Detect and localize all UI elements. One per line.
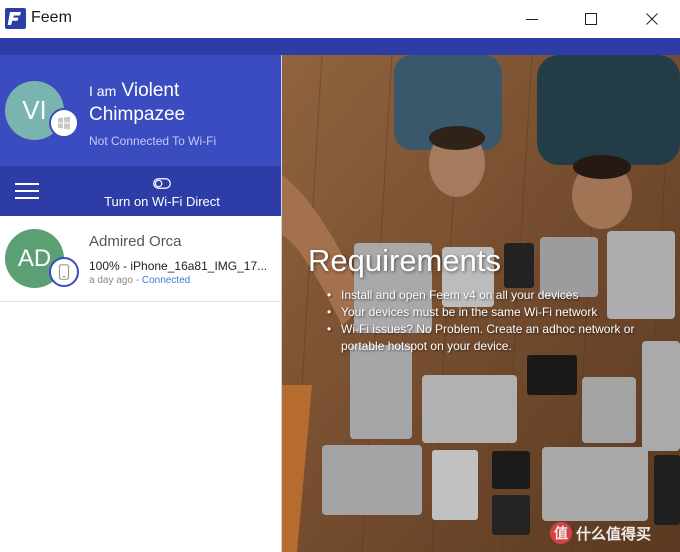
watermark-badge-icon: 值 [550,522,572,544]
profile-name-prefix: I am [89,83,117,99]
device-list: AD Admired Orca 100% - iPhone_16a81_IMG_… [0,216,281,302]
connection-status: Not Connected To Wi-Fi [89,134,217,148]
device-meta: a day ago - Connected [89,275,190,286]
requirements-title: Requirements [308,243,501,278]
header-accent-strip [0,38,680,55]
device-last-seen: a day ago [89,275,133,286]
requirement-item: Your devices must be in the same Wi-Fi n… [324,304,654,321]
device-row[interactable]: AD Admired Orca 100% - iPhone_16a81_IMG_… [0,216,281,302]
left-pane: VI I am Violent Chimpazee Not Connected … [0,55,281,552]
menu-button[interactable] [6,174,48,208]
close-button[interactable] [629,0,675,38]
watermark: 值 什么值得买 [550,520,651,546]
device-platform-badge [49,257,79,287]
close-icon [646,13,658,25]
windows-icon [58,116,70,130]
toggle-icon [153,178,171,189]
platform-badge [49,108,79,138]
device-transfer-progress: 100% - iPhone_16a81_IMG_17... [89,259,268,273]
requirements-list: Install and open Feem v4 on all your dev… [324,287,654,355]
feem-logo-icon [5,8,26,29]
minimize-button[interactable] [509,0,555,38]
profile-name[interactable]: I am Violent Chimpazee [89,79,274,126]
title-bar: Feem [0,0,680,38]
profile-header: VI I am Violent Chimpazee Not Connected … [0,55,281,166]
phone-icon [58,264,70,280]
wifi-direct-label: Turn on Wi-Fi Direct [104,194,220,209]
watermark-text: 什么值得买 [576,525,652,543]
window-title: Feem [31,9,72,26]
requirement-item: Wi-Fi issues? No Problem. Create an adho… [324,321,654,355]
left-toolbar: Turn on Wi-Fi Direct [0,166,281,216]
hero-panel: Requirements Install and open Feem v4 on… [282,55,680,552]
device-name: Admired Orca [89,233,182,250]
requirement-item: Install and open Feem v4 on all your dev… [324,287,654,304]
wifi-direct-toggle[interactable]: Turn on Wi-Fi Direct [92,175,242,211]
maximize-icon [585,13,597,25]
device-connection-status: Connected [141,275,191,286]
maximize-button[interactable] [568,0,614,38]
device-initials: AD [17,244,52,272]
minimize-icon [526,19,538,20]
device-meta-separator: - [135,275,140,286]
hamburger-menu-icon [15,183,39,199]
profile-initials: VI [22,95,47,125]
